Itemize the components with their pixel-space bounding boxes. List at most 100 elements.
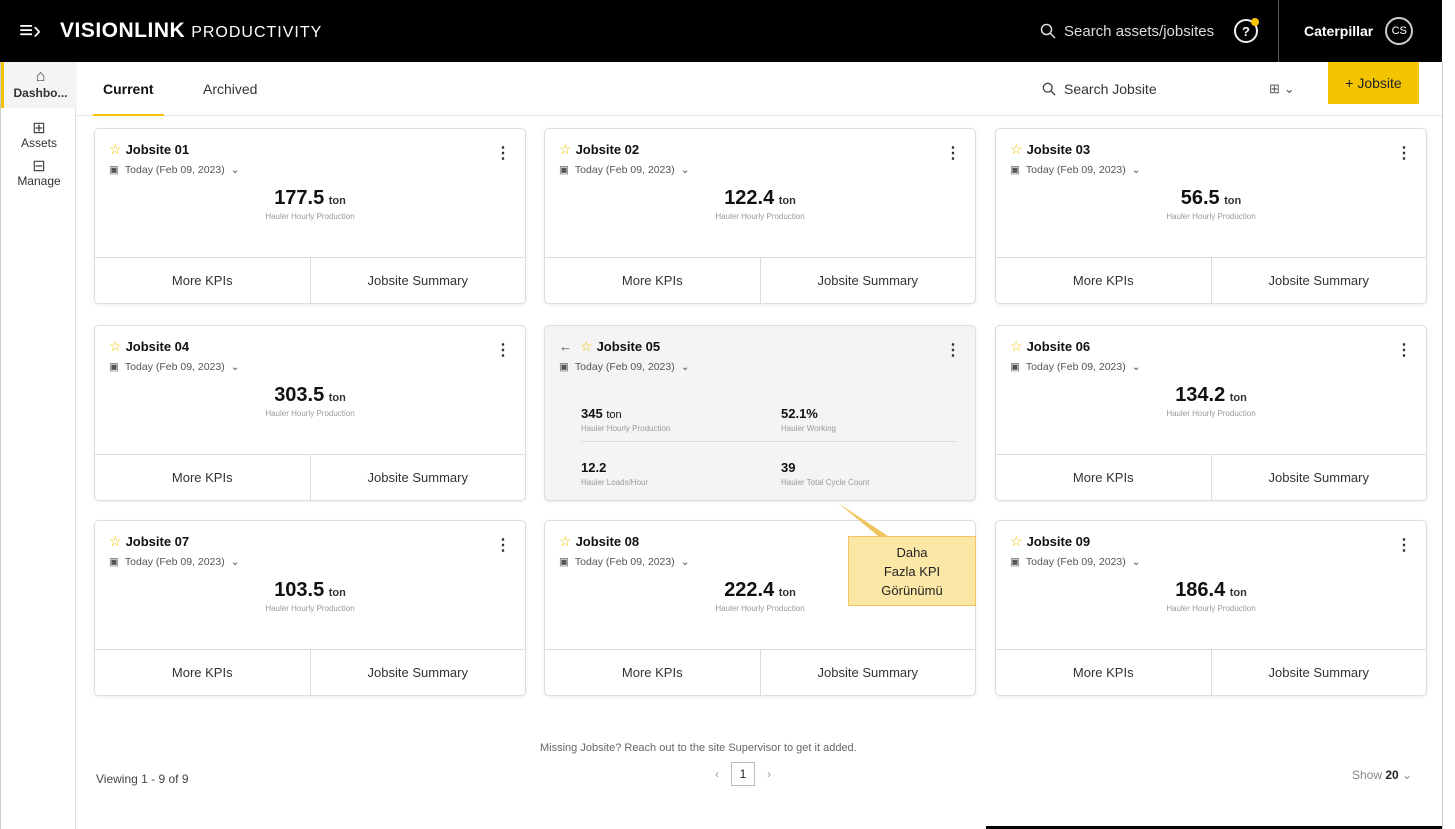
star-icon[interactable]: ☆ (109, 533, 122, 550)
more-kpis-button[interactable]: More KPIs (545, 258, 760, 303)
chevron-down-icon: ⌄ (1131, 361, 1141, 373)
star-icon[interactable]: ☆ (1010, 338, 1023, 355)
star-icon[interactable]: ☆ (1010, 141, 1023, 158)
next-page-icon[interactable]: › (767, 767, 771, 781)
sub-header: Current Archived Search Jobsite ⊞ ⌄ + Jo… (77, 62, 1442, 116)
more-kpis-button[interactable]: More KPIs (996, 650, 1211, 695)
org-name: Caterpillar (1304, 23, 1374, 39)
card-footer: More KPIs Jobsite Summary (95, 454, 525, 500)
jobsite-summary-button[interactable]: Jobsite Summary (309, 650, 526, 695)
more-options-icon[interactable]: ⋮ (1396, 340, 1412, 360)
kpi-value: 177.5 (274, 187, 325, 209)
star-icon[interactable]: ☆ (109, 141, 122, 158)
prev-page-icon[interactable]: ‹ (715, 767, 719, 781)
more-kpis-button[interactable]: More KPIs (545, 650, 760, 695)
date-picker[interactable]: ▣ Today (Feb 09, 2023) ⌄ (559, 164, 690, 176)
more-options-icon[interactable]: ⋮ (945, 340, 961, 360)
more-options-icon[interactable]: ⋮ (495, 340, 511, 360)
date-picker[interactable]: ▣ Today (Feb 09, 2023) ⌄ (109, 361, 240, 373)
global-search[interactable]: Search assets/jobsites (1040, 0, 1214, 62)
tab-archived[interactable]: Archived (203, 62, 257, 116)
nav-assets[interactable]: ⊞ Assets (1, 108, 77, 150)
card-name: Jobsite 07 (125, 534, 190, 549)
jobsite-summary-button[interactable]: Jobsite Summary (759, 258, 976, 303)
date-picker[interactable]: ▣ Today (Feb 09, 2023) ⌄ (559, 556, 690, 568)
more-options-icon[interactable]: ⋮ (495, 535, 511, 555)
kpi-label: Hauler Working (781, 424, 836, 433)
card-title[interactable]: ← ☆ Jobsite 05 (559, 338, 660, 355)
more-kpis-button[interactable]: More KPIs (996, 455, 1211, 500)
chevron-down-icon: ⌄ (230, 556, 240, 568)
more-options-icon[interactable]: ⋮ (495, 143, 511, 163)
card-title[interactable]: ☆ Jobsite 01 (109, 141, 189, 158)
card-title[interactable]: ☆ Jobsite 07 (109, 533, 189, 550)
star-icon[interactable]: ☆ (559, 141, 572, 158)
card-footer: More KPIs Jobsite Summary (545, 257, 975, 303)
show-value: 20 (1385, 768, 1399, 782)
jobsite-summary-button[interactable]: Jobsite Summary (1210, 650, 1427, 695)
more-kpis-button[interactable]: More KPIs (996, 258, 1211, 303)
star-icon[interactable]: ☆ (559, 533, 572, 550)
card-title[interactable]: ☆ Jobsite 04 (109, 338, 189, 355)
jobsite-summary-button[interactable]: Jobsite Summary (1210, 258, 1427, 303)
page-number[interactable]: 1 (731, 762, 755, 786)
view-toggle[interactable]: ⊞ ⌄ (1269, 62, 1295, 116)
kpi: 177.5 ton Hauler Hourly Production (95, 187, 525, 221)
star-icon[interactable]: ☆ (1010, 533, 1023, 550)
jobsite-card: ☆ Jobsite 07 ▣ Today (Feb 09, 2023) ⌄ ⋮ 103… (94, 520, 526, 696)
help-icon[interactable]: ? (1234, 18, 1259, 43)
date-picker[interactable]: ▣ Today (Feb 09, 2023) ⌄ (1010, 164, 1141, 176)
calendar-icon: ▣ (559, 556, 569, 568)
kpi-value: 122.4 (724, 187, 775, 209)
jobsite-summary-button[interactable]: Jobsite Summary (759, 650, 976, 695)
add-jobsite-button[interactable]: + Jobsite (1328, 62, 1419, 104)
card-title[interactable]: ☆ Jobsite 08 (559, 533, 639, 550)
more-options-icon[interactable]: ⋮ (1396, 143, 1412, 163)
kpi: 186.4 ton Hauler Hourly Production (996, 579, 1426, 613)
search-icon (1040, 23, 1056, 39)
chevron-down-icon: ⌄ (1131, 556, 1141, 568)
avatar[interactable]: CS (1385, 17, 1414, 45)
back-arrow-icon[interactable]: ← (559, 339, 572, 354)
card-title[interactable]: ☆ Jobsite 03 (1010, 141, 1090, 158)
date-picker[interactable]: ▣ Today (Feb 09, 2023) ⌄ (559, 361, 690, 373)
kpi: 56.5 ton Hauler Hourly Production (996, 187, 1426, 221)
more-options-icon[interactable]: ⋮ (945, 143, 961, 163)
jobsite-summary-button[interactable]: Jobsite Summary (309, 258, 526, 303)
kpi: 122.4 ton Hauler Hourly Production (545, 187, 975, 221)
calendar-icon: ▣ (559, 164, 569, 176)
chevron-down-icon: ⌄ (230, 164, 240, 176)
date-picker[interactable]: ▣ Today (Feb 09, 2023) ⌄ (109, 556, 240, 568)
tab-current[interactable]: Current (93, 62, 164, 116)
org-switcher[interactable]: Caterpillar CS (1304, 0, 1414, 62)
callout-line-2: Fazla KPI (883, 564, 941, 579)
more-kpis-button[interactable]: More KPIs (95, 650, 310, 695)
star-icon[interactable]: ☆ (109, 338, 122, 355)
kpi: 103.5 ton Hauler Hourly Production (95, 579, 525, 613)
kpi-unit: ton (328, 587, 346, 599)
card-name: Jobsite 04 (125, 339, 190, 354)
nav-dashboard[interactable]: ⌂ Dashbo... (1, 62, 77, 108)
date-picker[interactable]: ▣ Today (Feb 09, 2023) ⌄ (109, 164, 240, 176)
page-size-select[interactable]: Show 20 ⌄ (1352, 768, 1412, 782)
menu-icon[interactable]: ≡› (0, 0, 60, 62)
jobsite-card: ☆ Jobsite 02 ▣ Today (Feb 09, 2023) ⌄ ⋮ 122… (544, 128, 976, 304)
card-title[interactable]: ☆ Jobsite 02 (559, 141, 639, 158)
nav-manage[interactable]: ⊟ Manage (1, 150, 77, 188)
more-options-icon[interactable]: ⋮ (1396, 535, 1412, 555)
product-name: PRODUCTIVITY (191, 24, 323, 41)
more-kpis-button[interactable]: More KPIs (95, 455, 310, 500)
card-footer: More KPIs Jobsite Summary (545, 649, 975, 695)
star-icon[interactable]: ☆ (580, 338, 593, 355)
date-picker[interactable]: ▣ Today (Feb 09, 2023) ⌄ (1010, 556, 1141, 568)
home-icon: ⌂ (35, 68, 46, 85)
kpi-value: 134.2 (1175, 384, 1226, 406)
nav-assets-label: Assets (20, 136, 57, 150)
jobsite-summary-button[interactable]: Jobsite Summary (1210, 455, 1427, 500)
jobsite-summary-button[interactable]: Jobsite Summary (309, 455, 526, 500)
card-title[interactable]: ☆ Jobsite 06 (1010, 338, 1090, 355)
date-picker[interactable]: ▣ Today (Feb 09, 2023) ⌄ (1010, 361, 1141, 373)
more-kpis-button[interactable]: More KPIs (95, 258, 310, 303)
card-title[interactable]: ☆ Jobsite 09 (1010, 533, 1090, 550)
jobsite-search[interactable]: Search Jobsite (1042, 62, 1157, 116)
